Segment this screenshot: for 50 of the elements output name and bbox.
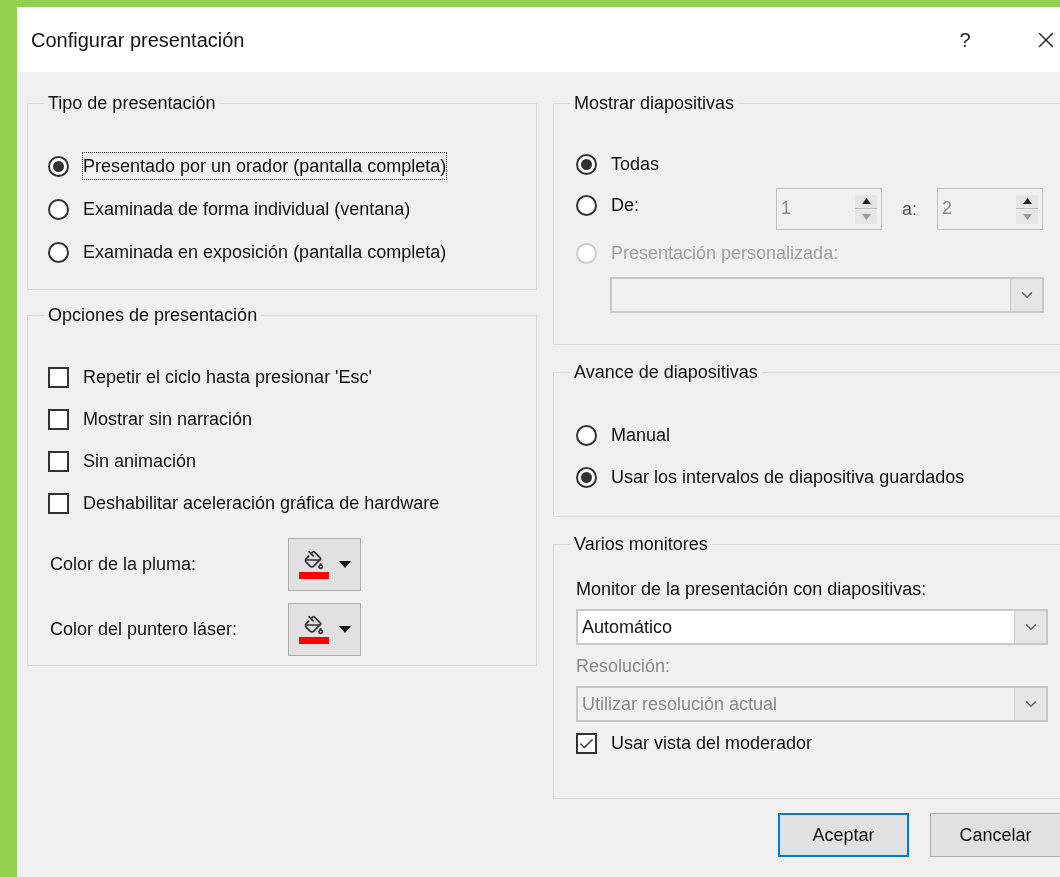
field-label: Resolución: [576,655,672,678]
group-title: Mostrar diapositivas [573,92,736,115]
radio-label: Examinada de forma individual (ventana) [83,198,411,221]
window-title: Configurar presentación [31,27,245,53]
group-title: Varios monitores [573,533,709,556]
radio-button[interactable] [48,155,69,177]
radio-label: Presentado por un orador (pantalla completa) [83,153,447,179]
field-label: Color de la pluma: [49,553,198,576]
group-title: Avance de diapositivas [573,361,759,384]
radio-label: Examinada en exposición (pantalla completa) [83,241,447,264]
color-picker-button[interactable] [288,603,361,656]
radio-button[interactable] [576,425,597,446]
checkbox[interactable] [48,409,69,430]
dropdown-value: Utilizar resolución actual [581,692,779,716]
field-label: Monitor de la presentación con diapositivas: [576,578,928,601]
checkbox-label: Deshabilitar aceleración gráfica de hardware [83,492,440,515]
checkbox-label: Repetir el ciclo hasta presionar 'Esc' [83,366,372,389]
field-value: 2 [941,197,954,220]
caret-icon [338,561,351,568]
checkbox-label: Mostrar sin narración [83,408,253,431]
paint-bucket-icon [298,550,329,579]
checkbox[interactable] [576,733,597,754]
dialog-button[interactable]: Cancelar [930,813,1060,857]
radio-label: Todas [611,153,660,176]
paint-bucket-icon [298,615,329,644]
color-picker-button[interactable] [288,538,361,591]
dialog-button[interactable]: Aceptar [778,813,909,857]
radio-button[interactable] [48,198,69,220]
checkbox[interactable] [48,367,69,388]
dropdown[interactable]: Automático [576,609,1048,645]
radio-label: Usar los intervalos de diapositiva guardados [611,466,965,489]
checkbox[interactable] [48,451,69,472]
radio-button[interactable] [576,467,597,488]
dropdown-value: Automático [581,615,674,639]
radio-button[interactable] [576,195,597,216]
group-title: Opciones de presentación [47,304,259,327]
radio-button[interactable] [48,241,69,263]
radio-label: Manual [611,424,671,447]
group-title: Tipo de presentación [47,92,217,115]
field-value: 1 [780,197,792,220]
radio-label: De: [611,194,639,217]
caret-icon [338,626,351,633]
checkbox[interactable] [48,493,69,514]
radio-button[interactable] [576,154,597,175]
field-label: Color del puntero láser: [49,618,239,641]
checkbox-label: Usar vista del moderador [611,732,813,755]
field-label: a: [902,198,917,221]
radio-label: Presentación personalizada: [611,242,839,265]
checkbox-label: Sin animación [83,450,197,473]
help-button[interactable]: ? [949,24,981,55]
